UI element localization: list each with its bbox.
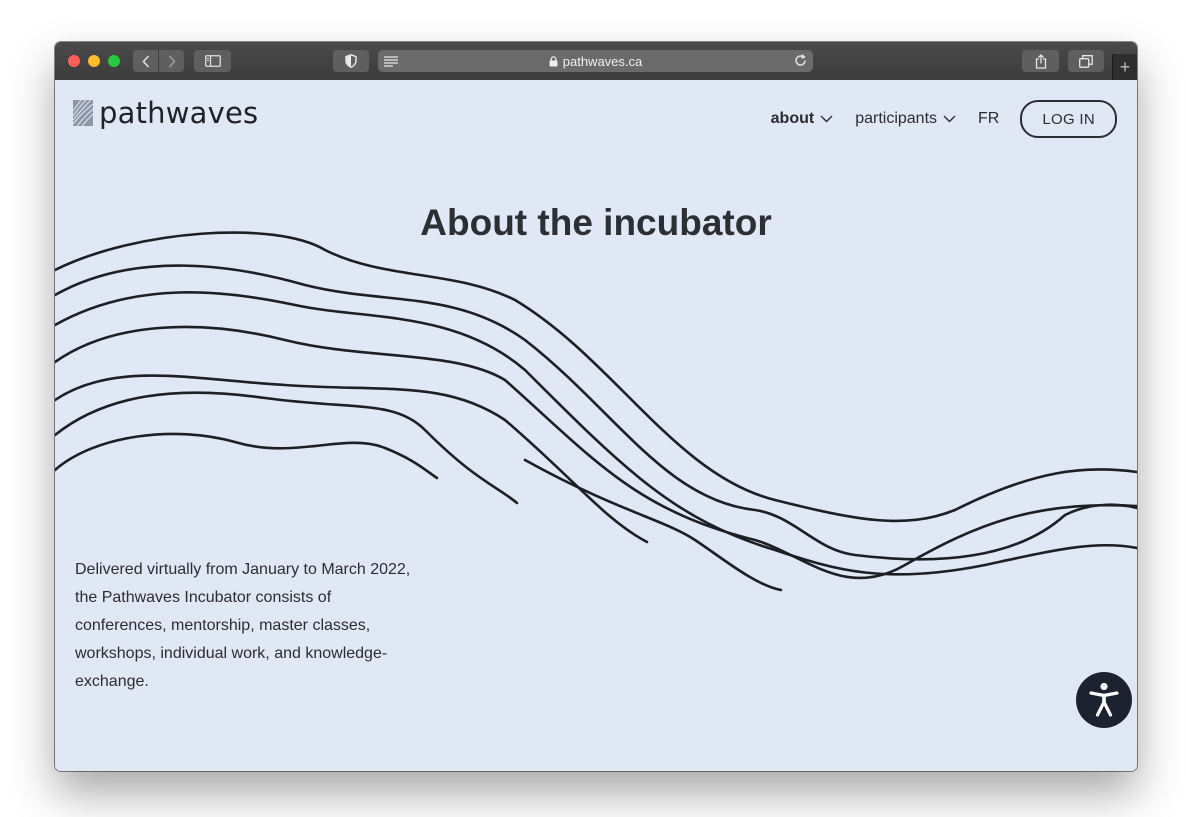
login-button[interactable]: LOG IN (1020, 100, 1117, 138)
chevron-down-icon (943, 115, 956, 123)
history-navigation (133, 50, 184, 72)
site-logo[interactable]: pathwaves (73, 96, 258, 130)
tabs-icon (1079, 54, 1093, 68)
accessibility-button[interactable] (1076, 672, 1132, 728)
share-icon (1035, 53, 1046, 69)
nav-about[interactable]: about (771, 110, 834, 128)
page-title: About the incubator (420, 202, 772, 243)
privacy-report-button[interactable] (333, 50, 369, 72)
new-tab-button[interactable]: + (1112, 54, 1137, 80)
language-switch[interactable]: FR (978, 110, 999, 128)
intro-paragraph: Delivered virtually from January to Marc… (75, 561, 411, 690)
address-bar[interactable]: pathwaves.ca (378, 50, 813, 72)
privacy-shield-icon (345, 54, 357, 68)
share-button[interactable] (1022, 50, 1059, 72)
nav-participants[interactable]: participants (855, 110, 956, 128)
close-window-button[interactable] (68, 55, 80, 67)
minimize-window-button[interactable] (88, 55, 100, 67)
back-arrow-icon (141, 54, 149, 68)
nav-participants-label: participants (855, 110, 938, 127)
new-tab-plus-icon: + (1119, 56, 1131, 77)
web-page: pathwaves about participants FR LOG IN A… (55, 80, 1137, 771)
sidebar-icon (204, 55, 221, 67)
reload-icon[interactable] (793, 53, 808, 71)
back-button[interactable] (133, 50, 158, 72)
forward-arrow-icon (168, 54, 176, 68)
tab-overview-button[interactable] (1068, 50, 1104, 72)
lock-icon (549, 55, 558, 67)
reader-icon[interactable] (384, 55, 398, 70)
chevron-down-icon (820, 115, 833, 123)
url-text: pathwaves.ca (562, 53, 643, 69)
browser-toolbar: pathwaves.ca + (55, 42, 1137, 81)
sidebar-button[interactable] (194, 50, 231, 72)
logo-icon (73, 100, 93, 126)
browser-window: pathwaves.ca + pathwaves about participa… (55, 42, 1137, 771)
logo-text: pathwaves (99, 96, 259, 130)
nav-about-label: about (770, 110, 815, 127)
accessibility-icon (1089, 682, 1119, 717)
zoom-window-button[interactable] (108, 55, 120, 67)
login-label: LOG IN (1042, 110, 1095, 128)
forward-button[interactable] (159, 50, 184, 72)
main-navigation: about participants FR LOG IN (771, 100, 1117, 138)
